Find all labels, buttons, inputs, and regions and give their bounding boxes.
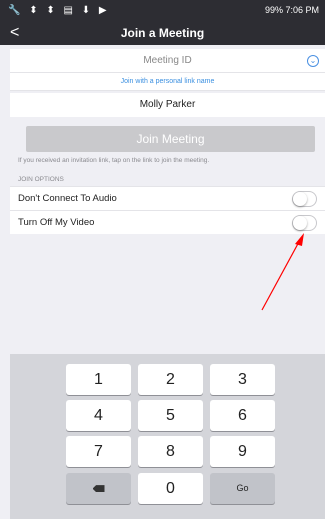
numeric-keypad: 1 2 3 4 5 6 7 8 9 0 Go (10, 354, 325, 519)
key-4[interactable]: 4 (66, 400, 131, 431)
key-9[interactable]: 9 (210, 436, 275, 467)
key-3[interactable]: 3 (210, 364, 275, 395)
key-2[interactable]: 2 (138, 364, 203, 395)
arrow-head (295, 233, 304, 246)
backspace-icon (92, 485, 105, 493)
key-0[interactable]: 0 (138, 473, 203, 504)
key-1[interactable]: 1 (66, 364, 131, 395)
go-key[interactable]: Go (210, 473, 275, 504)
key-5[interactable]: 5 (138, 400, 203, 431)
arrow-shaft (261, 239, 301, 311)
key-6[interactable]: 6 (210, 400, 275, 431)
backspace-key[interactable] (66, 473, 131, 504)
key-8[interactable]: 8 (138, 436, 203, 467)
key-7[interactable]: 7 (66, 436, 131, 467)
